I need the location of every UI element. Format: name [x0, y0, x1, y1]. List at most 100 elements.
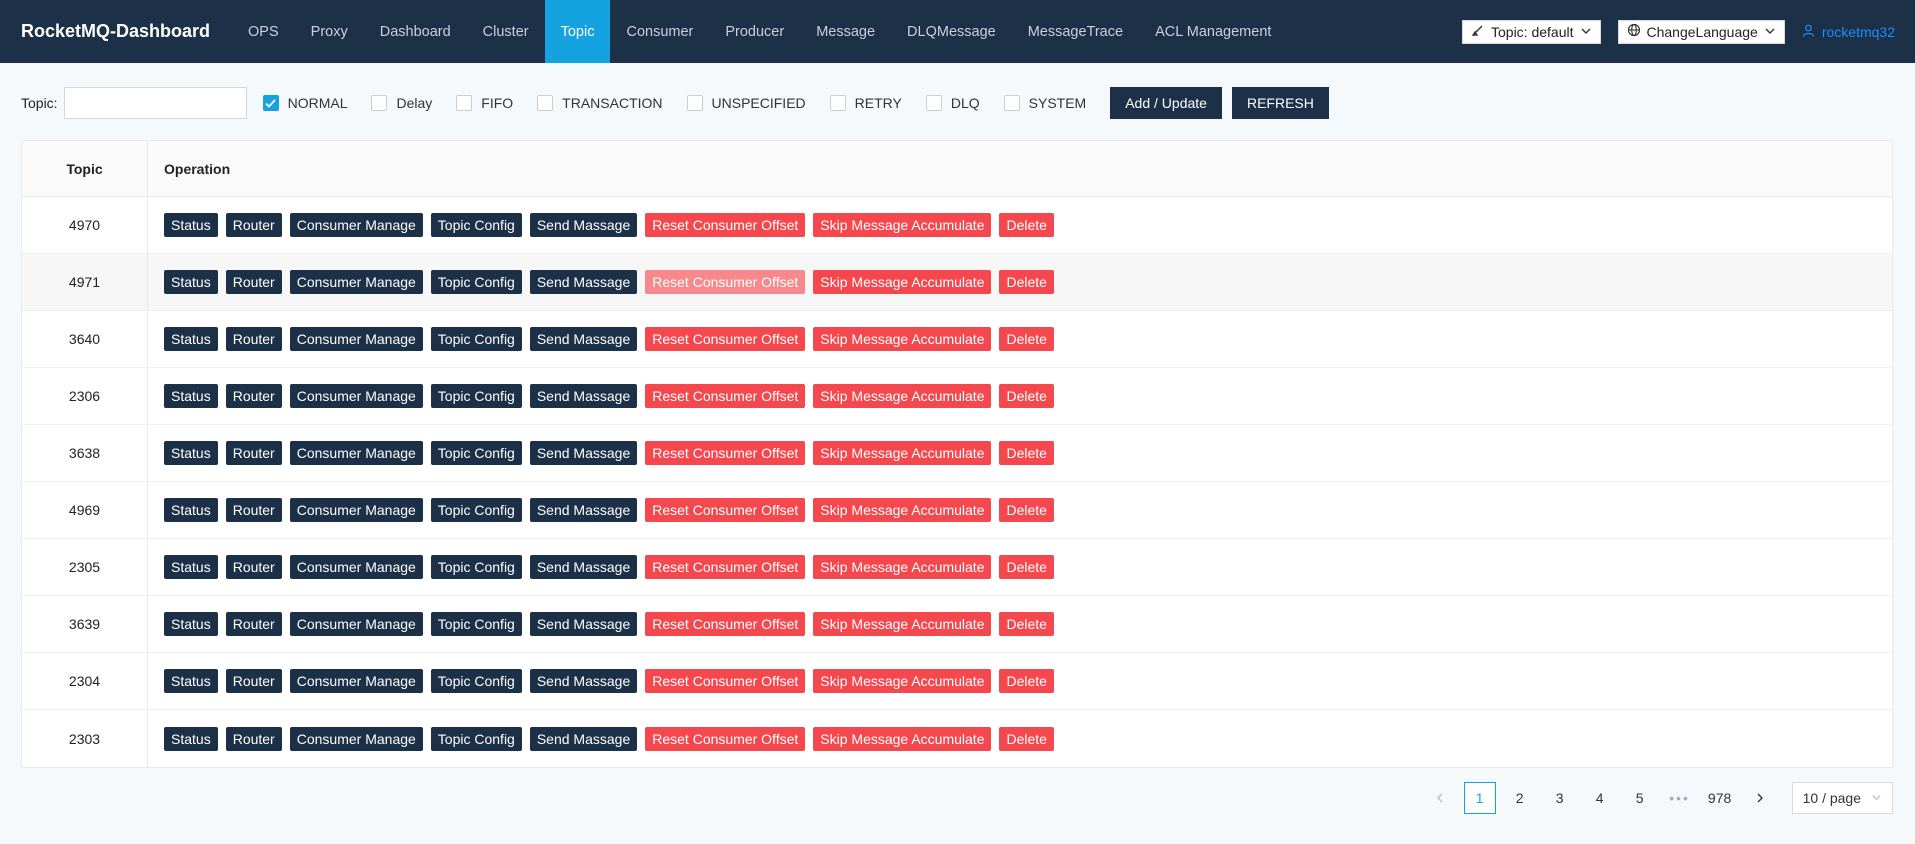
- router-button[interactable]: Router: [225, 213, 282, 237]
- next-page-icon[interactable]: [1744, 782, 1776, 814]
- send-massage-button[interactable]: Send Massage: [529, 498, 638, 522]
- checkbox-transaction[interactable]: TRANSACTION: [537, 95, 663, 111]
- reset-consumer-offset-button[interactable]: Reset Consumer Offset: [645, 384, 806, 408]
- consumer-manage-button[interactable]: Consumer Manage: [289, 498, 423, 522]
- router-button[interactable]: Router: [225, 612, 282, 636]
- nav-topic[interactable]: Topic: [544, 0, 611, 63]
- send-massage-button[interactable]: Send Massage: [529, 726, 638, 751]
- skip-message-accumulate-button[interactable]: Skip Message Accumulate: [813, 555, 992, 579]
- send-massage-button[interactable]: Send Massage: [529, 612, 638, 636]
- page-4[interactable]: 4: [1584, 782, 1616, 814]
- page-last[interactable]: 978: [1704, 782, 1736, 814]
- nav-dashboard[interactable]: Dashboard: [364, 0, 467, 63]
- router-button[interactable]: Router: [225, 555, 282, 579]
- skip-message-accumulate-button[interactable]: Skip Message Accumulate: [813, 384, 992, 408]
- delete-button[interactable]: Delete: [999, 669, 1054, 693]
- reset-consumer-offset-button[interactable]: Reset Consumer Offset: [645, 669, 806, 693]
- nav-dlqmessage[interactable]: DLQMessage: [891, 0, 1012, 63]
- reset-consumer-offset-button[interactable]: Reset Consumer Offset: [645, 612, 806, 636]
- status-button[interactable]: Status: [164, 327, 218, 351]
- reset-consumer-offset-button[interactable]: Reset Consumer Offset: [645, 498, 806, 522]
- checkbox-delay[interactable]: Delay: [371, 95, 432, 111]
- delete-button[interactable]: Delete: [999, 327, 1054, 351]
- consumer-manage-button[interactable]: Consumer Manage: [289, 213, 423, 237]
- consumer-manage-button[interactable]: Consumer Manage: [289, 555, 423, 579]
- checkbox-unspecified[interactable]: UNSPECIFIED: [686, 95, 806, 111]
- router-button[interactable]: Router: [225, 270, 282, 294]
- delete-button[interactable]: Delete: [999, 555, 1054, 579]
- page-ellipsis[interactable]: •••: [1664, 782, 1696, 814]
- topic-select[interactable]: Topic: default: [1462, 19, 1601, 44]
- skip-message-accumulate-button[interactable]: Skip Message Accumulate: [813, 441, 992, 465]
- delete-button[interactable]: Delete: [999, 498, 1054, 522]
- send-massage-button[interactable]: Send Massage: [529, 327, 638, 351]
- skip-message-accumulate-button[interactable]: Skip Message Accumulate: [813, 213, 992, 237]
- topic-config-button[interactable]: Topic Config: [430, 270, 522, 294]
- topic-config-button[interactable]: Topic Config: [430, 498, 522, 522]
- topic-config-button[interactable]: Topic Config: [430, 555, 522, 579]
- consumer-manage-button[interactable]: Consumer Manage: [289, 327, 423, 351]
- status-button[interactable]: Status: [164, 384, 218, 408]
- status-button[interactable]: Status: [164, 612, 218, 636]
- reset-consumer-offset-button[interactable]: Reset Consumer Offset: [645, 327, 806, 351]
- router-button[interactable]: Router: [225, 384, 282, 408]
- prev-page-icon[interactable]: [1424, 782, 1456, 814]
- skip-message-accumulate-button[interactable]: Skip Message Accumulate: [813, 726, 992, 751]
- consumer-manage-button[interactable]: Consumer Manage: [289, 441, 423, 465]
- router-button[interactable]: Router: [225, 498, 282, 522]
- user-menu[interactable]: rocketmq32: [1802, 24, 1895, 40]
- router-button[interactable]: Router: [225, 669, 282, 693]
- page-3[interactable]: 3: [1544, 782, 1576, 814]
- skip-message-accumulate-button[interactable]: Skip Message Accumulate: [813, 327, 992, 351]
- delete-button[interactable]: Delete: [999, 213, 1054, 237]
- topic-config-button[interactable]: Topic Config: [430, 726, 522, 751]
- nav-ops[interactable]: OPS: [232, 0, 295, 63]
- add-update-button[interactable]: Add / Update: [1110, 87, 1222, 119]
- reset-consumer-offset-button[interactable]: Reset Consumer Offset: [645, 726, 806, 751]
- nav-proxy[interactable]: Proxy: [295, 0, 364, 63]
- send-massage-button[interactable]: Send Massage: [529, 213, 638, 237]
- refresh-button[interactable]: REFRESH: [1231, 87, 1329, 119]
- topic-config-button[interactable]: Topic Config: [430, 327, 522, 351]
- nav-producer[interactable]: Producer: [709, 0, 800, 63]
- topic-config-button[interactable]: Topic Config: [430, 441, 522, 465]
- status-button[interactable]: Status: [164, 213, 218, 237]
- consumer-manage-button[interactable]: Consumer Manage: [289, 270, 423, 294]
- reset-consumer-offset-button[interactable]: Reset Consumer Offset: [645, 555, 806, 579]
- topic-config-button[interactable]: Topic Config: [430, 612, 522, 636]
- consumer-manage-button[interactable]: Consumer Manage: [289, 669, 423, 693]
- delete-button[interactable]: Delete: [999, 726, 1054, 751]
- checkbox-dlq[interactable]: DLQ: [925, 95, 980, 111]
- status-button[interactable]: Status: [164, 669, 218, 693]
- reset-consumer-offset-button[interactable]: Reset Consumer Offset: [645, 441, 806, 465]
- consumer-manage-button[interactable]: Consumer Manage: [289, 726, 423, 751]
- nav-acl-management[interactable]: ACL Management: [1139, 0, 1287, 63]
- send-massage-button[interactable]: Send Massage: [529, 555, 638, 579]
- router-button[interactable]: Router: [225, 726, 282, 751]
- status-button[interactable]: Status: [164, 726, 218, 751]
- reset-consumer-offset-button[interactable]: Reset Consumer Offset: [645, 213, 806, 237]
- status-button[interactable]: Status: [164, 555, 218, 579]
- nav-message[interactable]: Message: [800, 0, 891, 63]
- topic-config-button[interactable]: Topic Config: [430, 669, 522, 693]
- nav-consumer[interactable]: Consumer: [610, 0, 709, 63]
- nav-cluster[interactable]: Cluster: [467, 0, 545, 63]
- send-massage-button[interactable]: Send Massage: [529, 384, 638, 408]
- status-button[interactable]: Status: [164, 441, 218, 465]
- checkbox-retry[interactable]: RETRY: [829, 95, 902, 111]
- skip-message-accumulate-button[interactable]: Skip Message Accumulate: [813, 270, 992, 294]
- page-1[interactable]: 1: [1463, 782, 1496, 814]
- reset-consumer-offset-button[interactable]: Reset Consumer Offset: [645, 270, 806, 294]
- router-button[interactable]: Router: [225, 327, 282, 351]
- topic-search-input[interactable]: [63, 87, 247, 119]
- delete-button[interactable]: Delete: [999, 384, 1054, 408]
- topic-config-button[interactable]: Topic Config: [430, 384, 522, 408]
- router-button[interactable]: Router: [225, 441, 282, 465]
- checkbox-fifo[interactable]: FIFO: [456, 95, 513, 111]
- brand-logo[interactable]: RocketMQ-Dashboard: [0, 0, 232, 63]
- checkbox-system[interactable]: SYSTEM: [1003, 95, 1086, 111]
- consumer-manage-button[interactable]: Consumer Manage: [289, 612, 423, 636]
- skip-message-accumulate-button[interactable]: Skip Message Accumulate: [813, 498, 992, 522]
- delete-button[interactable]: Delete: [999, 441, 1054, 465]
- skip-message-accumulate-button[interactable]: Skip Message Accumulate: [813, 669, 992, 693]
